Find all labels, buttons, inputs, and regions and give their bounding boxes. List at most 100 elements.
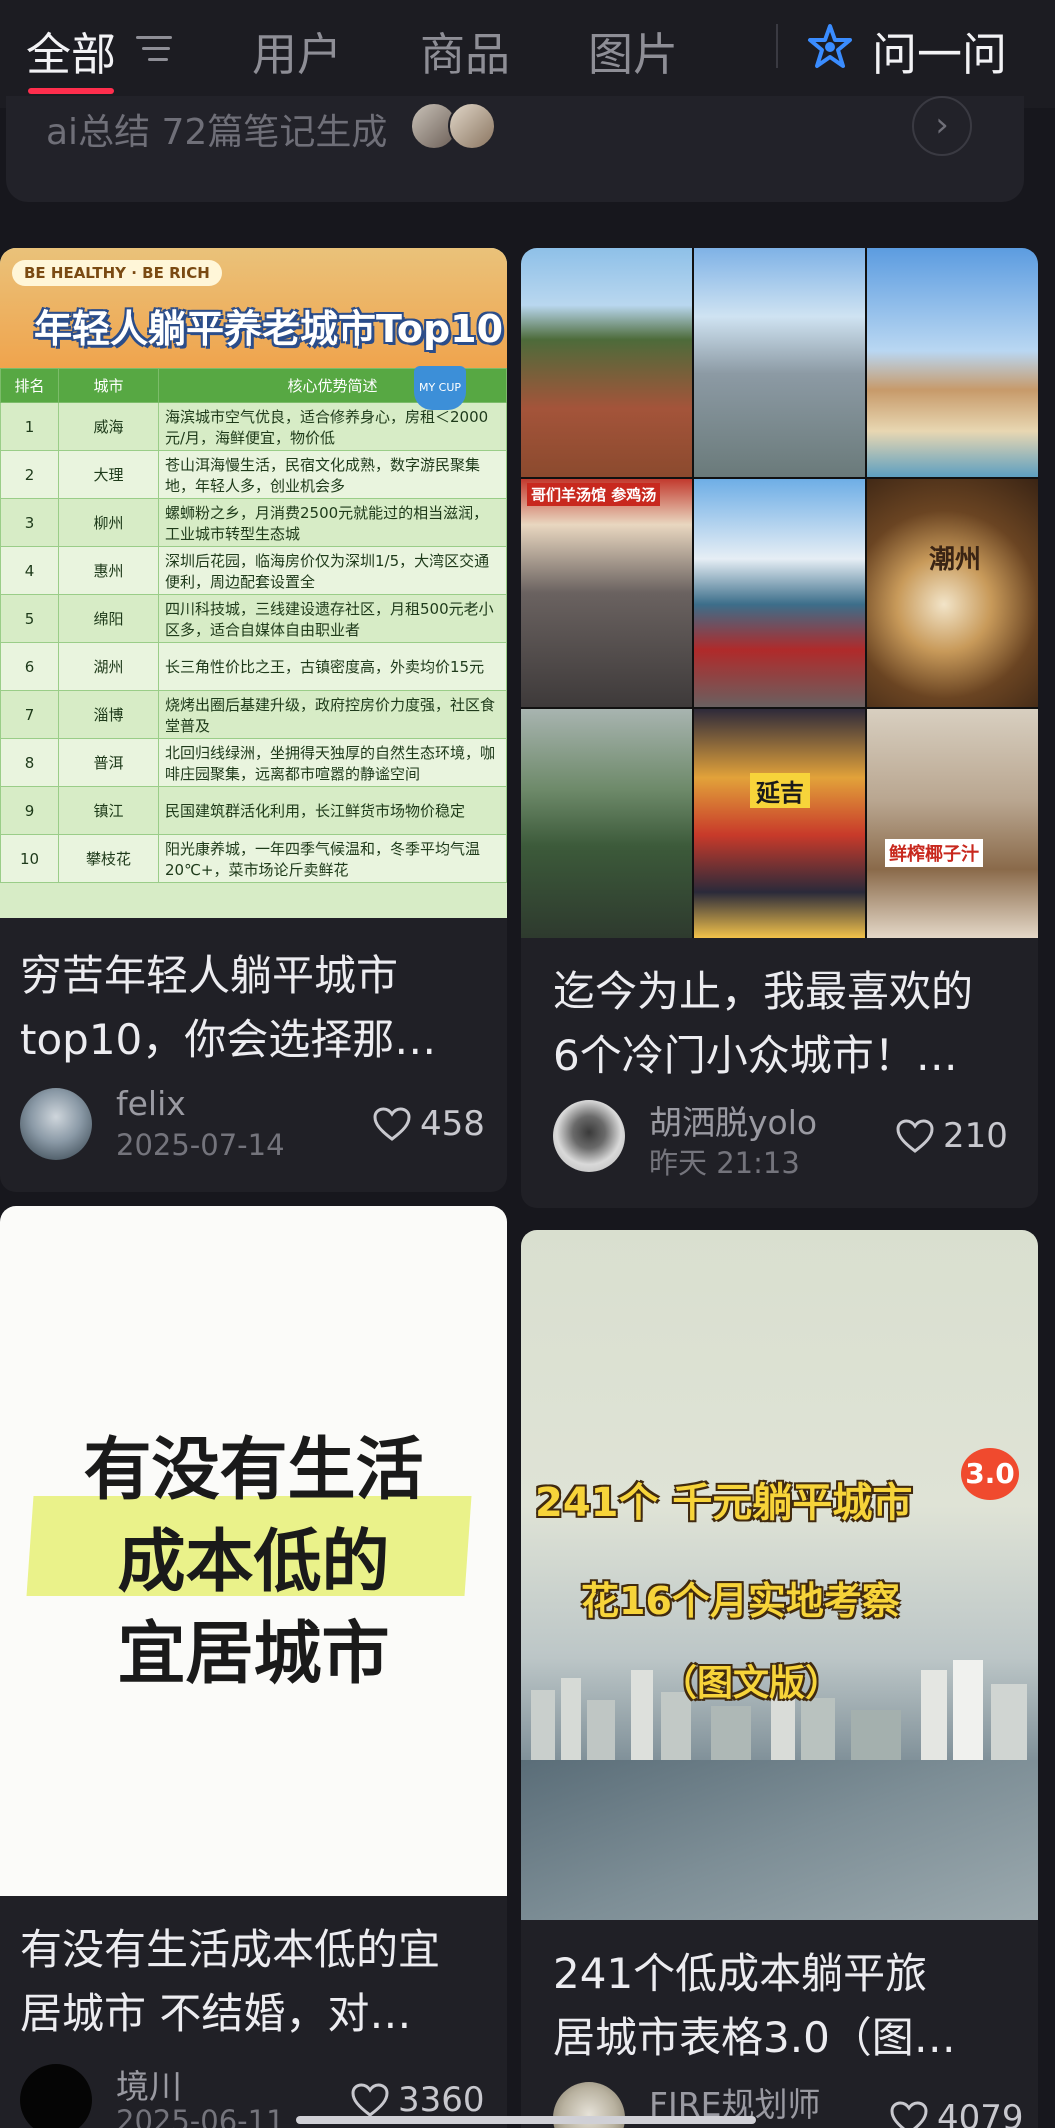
table-cell: 北回归线绿洲，坐拥得天独厚的自然生态环境，咖啡庄园聚集，远离都市喧嚣的静谧空间 [158, 738, 507, 787]
author-name[interactable]: 胡洒脱yolo [649, 1096, 817, 1144]
table-cell: 柳州 [58, 498, 159, 547]
ai-summary-text: ai总结 72篇笔记生成 [46, 112, 388, 153]
like-count: 4079 [937, 2098, 1024, 2128]
heart-icon[interactable] [895, 1118, 935, 1154]
note-title-line: 6个冷门小众城市！… [553, 1031, 958, 1080]
sign-text: 潮州 [929, 544, 982, 575]
post-date: 2025-07-14 [116, 1128, 285, 1162]
note-cover-image: 241个 千元躺平城市 3.0 花16个月实地考察 （图文版） [521, 1230, 1038, 1920]
sign-text: 鲜榨椰子汁 [885, 839, 983, 868]
tab-images[interactable]: 图片 [588, 18, 678, 83]
sea-shore [521, 1760, 1038, 1920]
like-count: 210 [943, 1116, 1008, 1156]
note-card[interactable]: 哥们羊汤馆 参鸡汤 潮州 延吉 鲜榨椰子汁 迄今为止，我最喜欢的 6个冷门小众城… [521, 248, 1038, 1208]
tab-divider [776, 24, 778, 68]
photo-tile [694, 248, 865, 477]
heart-icon[interactable] [350, 2082, 390, 2118]
table-cell: 10 [0, 834, 59, 883]
table-row: 7 淄博 烧烤出圈后基建升级，政府控房价力度强，社区食堂普及 [0, 690, 507, 739]
table-cell: 淄博 [58, 690, 159, 739]
note-title-line: 241个低成本躺平旅 [553, 1949, 928, 1998]
like-count: 458 [420, 1104, 485, 1144]
photo-tile: 潮州 [867, 478, 1038, 708]
note-cover-image: 哥们羊汤馆 参鸡汤 潮州 延吉 鲜榨椰子汁 [521, 248, 1038, 938]
note-title-line: top10，你会选择那… [20, 1015, 437, 1064]
table-cell: 镇江 [58, 786, 159, 835]
table-row: 10 攀枝花 阳光康养城，一年四季气候温和，冬季平均气温20℃+，菜市场论斤卖鲜花 [0, 834, 507, 883]
table-cell: 烧烤出圈后基建升级，政府控房价力度强，社区食堂普及 [158, 690, 507, 739]
note-title-line: 迄今为止，我最喜欢的 [553, 967, 974, 1016]
table-row: 6 湖州 长三角性价比之王，古镇密度高，外卖均价15元 [0, 642, 507, 691]
heart-icon[interactable] [889, 2100, 929, 2128]
filter-icon[interactable] [136, 32, 176, 66]
note-meta: 胡洒脱yolo 昨天 21:13 210 [553, 1100, 1038, 1180]
cover-line: 花16个月实地考察 [581, 1579, 900, 1623]
ranking-table: 排名 城市 核心优势简述 1 威海 海滨城市空气优良，适合修养身心，房租＜2000元… [0, 368, 507, 883]
sign-text: 延吉 [750, 773, 810, 809]
table-row: 3 柳州 螺蛳粉之乡，月消费2500元就能过的相当滋润，工业城市转型生态城 [0, 498, 507, 547]
cover-line: 241个 千元躺平城市 [535, 1480, 913, 1526]
photo-tile [694, 478, 865, 708]
note-title-line: 居城市 不结婚，对… [20, 1989, 412, 2038]
note-card[interactable]: 有没有生活 成本低的 宜居城市 有没有生活成本低的宜 居城市 不结婚，对… 境川… [0, 1206, 507, 2128]
home-indicator [296, 2116, 756, 2124]
table-cell: 8 [0, 738, 59, 787]
ai-summary-avatars [410, 102, 502, 150]
table-cell: 湖州 [58, 642, 159, 691]
table-cell: 9 [0, 786, 59, 835]
note-title: 穷苦年轻人躺平城市 top10，你会选择那… [20, 944, 436, 1072]
cup-icon: MY CUP [414, 366, 466, 410]
table-cell: 攀枝花 [58, 834, 159, 883]
note-title-line: 居城市表格3.0（图… [553, 2013, 956, 2062]
table-header: 城市 [58, 368, 159, 403]
note-title: 241个低成本躺平旅 居城市表格3.0（图… [553, 1942, 956, 2070]
table-cell: 2 [0, 450, 59, 499]
avatar[interactable] [20, 2064, 92, 2128]
photo-tile: 鲜榨椰子汁 [867, 709, 1038, 938]
photo-collage: 哥们羊汤馆 参鸡汤 潮州 延吉 鲜榨椰子汁 [521, 248, 1038, 938]
avatar [448, 102, 496, 150]
table-header: 排名 [0, 368, 59, 403]
note-card[interactable]: 241个 千元躺平城市 3.0 花16个月实地考察 （图文版） 241个低成本躺… [521, 1230, 1038, 2128]
cover-line: 宜居城市 [117, 1615, 390, 1694]
table-cell: 四川科技城，三线建设遗存社区，月租500元老小区多，适合自媒体自由职业者 [158, 594, 507, 643]
table-cell: 5 [0, 594, 59, 643]
photo-tile [521, 248, 692, 477]
note-card[interactable]: BE HEALTHY · BE RICH 年轻人躺平养老城市Top10 排名 城… [0, 248, 507, 1192]
ask-star-icon[interactable] [804, 22, 856, 74]
table-cell: 螺蛳粉之乡，月消费2500元就能过的相当滋润，工业城市转型生态城 [158, 498, 507, 547]
post-date: 2025-06-11 [116, 2104, 285, 2128]
active-tab-indicator [28, 88, 114, 94]
table-cell: 海滨城市空气优良，适合修养身心，房租＜2000元/月，海鲜便宜，物价低 [158, 402, 507, 451]
author-name[interactable]: felix [116, 1084, 186, 1123]
table-row: 8 普洱 北回归线绿洲，坐拥得天独厚的自然生态环境，咖啡庄园聚集，远离都市喧嚣的静谧… [0, 738, 507, 787]
chevron-right-icon[interactable]: › [912, 96, 972, 156]
avatar[interactable] [553, 1100, 625, 1172]
table-cell: 阳光康养城，一年四季气候温和，冬季平均气温20℃+，菜市场论斤卖鲜花 [158, 834, 507, 883]
note-meta: felix 2025-07-14 458 [20, 1084, 507, 1164]
table-cell: 大理 [58, 450, 159, 499]
heart-icon[interactable] [372, 1106, 412, 1142]
tab-all[interactable]: 全部 [26, 18, 116, 83]
cover-badge: BE HEALTHY · BE RICH [12, 260, 222, 286]
table-cell: 苍山洱海慢生活，民宿文化成熟，数字游民聚集地，年轻人多，创业机会多 [158, 450, 507, 499]
search-tabs-bar: 全部 用户 商品 图片 问一问 [0, 0, 1055, 108]
table-row: 9 镇江 民国建筑群活化利用，长江鲜货市场物价稳定 [0, 786, 507, 835]
table-cell: 深圳后花园，临海房价仅为深圳1/5，大湾区交通便利，周边配套设置全 [158, 546, 507, 595]
table-cell: 绵阳 [58, 594, 159, 643]
cover-line: 成本低的 [117, 1523, 390, 1602]
table-row: 5 绵阳 四川科技城，三线建设遗存社区，月租500元老小区多，适合自媒体自由职业者 [0, 594, 507, 643]
cover-heading: 年轻人躺平养老城市Top10 [34, 307, 504, 351]
cover-line: （图文版） [661, 1663, 842, 1704]
photo-tile [521, 709, 692, 938]
table-cell: 3 [0, 498, 59, 547]
photo-tile [867, 248, 1038, 477]
tab-products[interactable]: 商品 [420, 18, 510, 83]
ask-button[interactable]: 问一问 [872, 18, 1007, 83]
ai-summary-card[interactable]: ai总结 72篇笔记生成 › [6, 96, 1024, 202]
table-cell: 6 [0, 642, 59, 691]
author-name[interactable]: 境川 [116, 2060, 182, 2108]
tab-users[interactable]: 用户 [252, 18, 342, 83]
avatar[interactable] [20, 1088, 92, 1160]
post-date: 昨天 21:13 [649, 1146, 800, 1180]
